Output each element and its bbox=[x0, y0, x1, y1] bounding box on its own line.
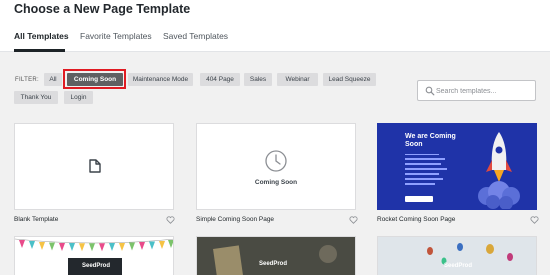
favorite-heart-icon[interactable] bbox=[349, 216, 358, 224]
template-title-simple-coming-soon: Simple Coming Soon Page bbox=[196, 216, 275, 223]
tab-saved-templates[interactable]: Saved Templates bbox=[163, 31, 228, 41]
filter-chip-login[interactable]: Login bbox=[64, 91, 93, 104]
active-tab-indicator bbox=[14, 49, 65, 52]
template-card-desk[interactable]: SeedProd bbox=[196, 236, 356, 275]
clock-icon bbox=[265, 150, 287, 172]
seedprod-logo-text: SeedProd bbox=[259, 261, 288, 267]
template-card-blank[interactable] bbox=[14, 123, 174, 210]
filter-chip-sales[interactable]: Sales bbox=[244, 73, 272, 86]
desk-cup bbox=[319, 245, 337, 263]
filter-label: FILTER: bbox=[15, 77, 39, 83]
filter-chip-all[interactable]: All bbox=[44, 73, 62, 86]
tab-all-templates[interactable]: All Templates bbox=[14, 31, 69, 41]
favorite-heart-icon[interactable] bbox=[166, 216, 175, 224]
tab-favorite-templates[interactable]: Favorite Templates bbox=[80, 31, 152, 41]
template-card-bunting[interactable]: SeedProd bbox=[14, 236, 174, 275]
search-input[interactable] bbox=[436, 85, 532, 97]
filter-chip-lead-squeeze[interactable]: Lead Squeeze bbox=[323, 73, 376, 86]
filter-chip-404-page[interactable]: 404 Page bbox=[200, 73, 240, 86]
modal-title: Choose a New Page Template bbox=[14, 2, 191, 16]
seedprod-logo-badge: SeedProd bbox=[68, 258, 122, 275]
favorite-heart-icon[interactable] bbox=[530, 216, 539, 224]
coming-soon-highlight-box bbox=[63, 69, 126, 89]
document-icon bbox=[89, 159, 101, 173]
preview-coming-soon-text: Coming Soon bbox=[254, 179, 298, 186]
template-title-blank: Blank Template bbox=[14, 216, 59, 223]
template-title-rocket-coming-soon: Rocket Coming Soon Page bbox=[377, 216, 456, 223]
search-icon bbox=[425, 86, 435, 96]
filter-chip-webinar[interactable]: Webinar bbox=[277, 73, 318, 86]
rocket-preview-heading: We are Coming Soon bbox=[405, 133, 456, 148]
preview-divider bbox=[405, 154, 439, 155]
seedprod-logo-text: SeedProd bbox=[444, 263, 473, 269]
template-card-simple-coming-soon[interactable]: Coming Soon bbox=[196, 123, 356, 210]
template-card-rocket-coming-soon[interactable]: We are Coming Soon bbox=[377, 123, 537, 210]
preview-feature-list bbox=[405, 158, 447, 185]
desk-notebook bbox=[213, 245, 243, 275]
modal-header: Choose a New Page Template All Templates… bbox=[0, 0, 550, 52]
search-box[interactable] bbox=[417, 80, 536, 101]
filter-chip-thank-you[interactable]: Thank You bbox=[14, 91, 58, 104]
hot-air-balloons-graphic bbox=[427, 243, 513, 265]
filter-chip-maintenance-mode[interactable]: Maintenance Mode bbox=[128, 73, 193, 86]
bunting-flags-graphic bbox=[15, 238, 173, 252]
preview-button bbox=[405, 196, 433, 202]
seedprod-logo-text: SeedProd bbox=[82, 263, 111, 269]
template-card-balloons[interactable]: SeedProd bbox=[377, 236, 537, 275]
rocket-icon bbox=[478, 132, 520, 209]
